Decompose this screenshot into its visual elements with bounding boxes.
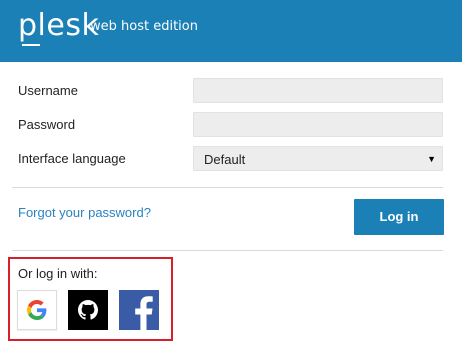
logo-edition: web host edition bbox=[90, 19, 198, 34]
language-label: Interface language bbox=[18, 151, 126, 166]
username-label: Username bbox=[18, 83, 78, 98]
password-input[interactable] bbox=[193, 112, 443, 137]
facebook-icon bbox=[135, 296, 153, 330]
dropdown-arrow-icon: ▼ bbox=[427, 154, 436, 164]
header-bar: plesk web host edition bbox=[0, 0, 462, 62]
forgot-password-link[interactable]: Forgot your password? bbox=[18, 205, 151, 221]
password-label: Password bbox=[18, 117, 76, 132]
language-select[interactable]: Default ▼ bbox=[193, 146, 443, 171]
divider-bottom bbox=[12, 250, 443, 251]
github-login-button[interactable] bbox=[68, 290, 108, 330]
language-select-value: Default bbox=[204, 152, 246, 167]
username-input[interactable] bbox=[193, 78, 443, 103]
logo-underline bbox=[22, 44, 40, 46]
github-icon bbox=[78, 300, 98, 320]
login-button[interactable]: Log in bbox=[354, 199, 444, 235]
divider-top bbox=[12, 187, 443, 188]
google-login-button[interactable] bbox=[17, 290, 57, 330]
facebook-login-button[interactable] bbox=[119, 290, 159, 330]
plesk-logo: plesk bbox=[18, 8, 100, 43]
google-icon bbox=[27, 300, 47, 320]
social-login-label: Or log in with: bbox=[18, 266, 98, 281]
